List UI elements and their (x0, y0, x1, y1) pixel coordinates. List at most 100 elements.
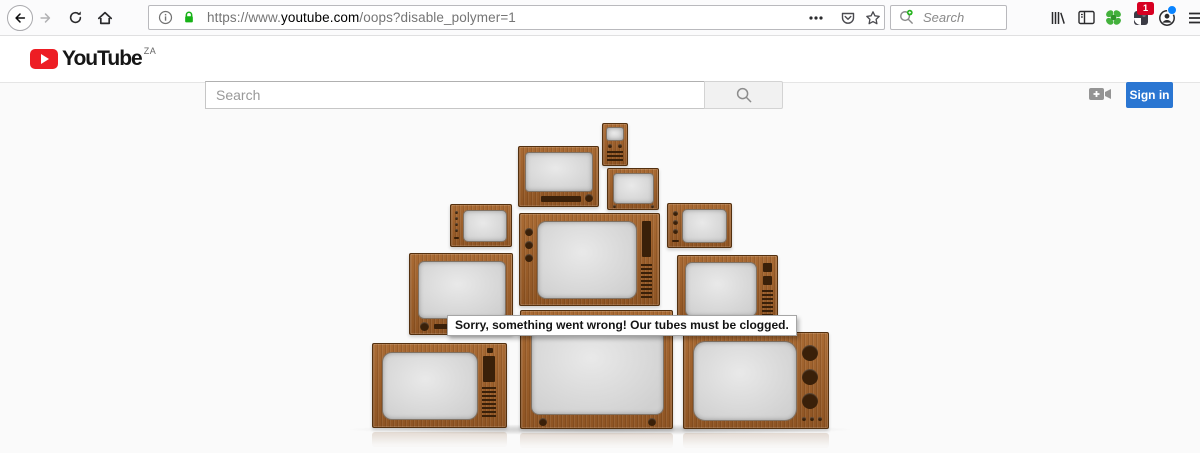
forward-button[interactable] (32, 4, 59, 31)
tv-knob (525, 254, 533, 262)
toolbar-search-input[interactable] (921, 9, 1003, 26)
tv (602, 123, 628, 166)
tv-panel (763, 276, 772, 285)
tv-knob (802, 369, 818, 385)
youtube-play-icon (30, 49, 58, 69)
tv-knob (585, 194, 593, 202)
tv-reflection (683, 433, 829, 448)
url-domain: youtube.com (280, 10, 360, 25)
tv-screen (525, 152, 593, 192)
tv-reflection (520, 433, 673, 448)
tv-knob (673, 220, 678, 225)
tv (519, 213, 660, 306)
info-icon[interactable] (151, 6, 179, 29)
tv (450, 204, 512, 247)
tv-knob (651, 205, 654, 208)
tv-knob (525, 241, 533, 249)
youtube-wordmark: YouTube (62, 47, 143, 70)
tv-knob (539, 418, 547, 426)
url-scheme: https://www. (207, 10, 281, 25)
avast-icon (1106, 10, 1121, 25)
url-path: /oops?disable_polymer=1 (359, 10, 516, 25)
tv-knob (455, 223, 458, 226)
menu-button[interactable] (1182, 4, 1200, 31)
account-notification-dot (1167, 5, 1177, 15)
tv-screen (537, 221, 637, 299)
tv-panel (763, 263, 772, 272)
sidebar-button[interactable] (1073, 4, 1100, 31)
tv-knob (673, 229, 678, 234)
extension-badge: 1 (1137, 2, 1154, 15)
tv-panel (642, 221, 651, 257)
youtube-search-button[interactable] (704, 81, 783, 109)
lock-icon[interactable] (177, 10, 201, 25)
tv-knob (420, 322, 429, 331)
youtube-logo[interactable]: YouTube ZA (30, 45, 157, 73)
reload-icon (69, 11, 82, 24)
forward-icon (40, 12, 51, 23)
upload-camera-icon[interactable] (1089, 86, 1112, 102)
tv (683, 332, 829, 429)
tv (607, 168, 659, 210)
tv-screen (463, 210, 507, 242)
search-icon (891, 9, 921, 26)
home-icon (97, 11, 112, 24)
tv-panel (541, 196, 581, 202)
toolbar-search[interactable] (890, 5, 1007, 30)
tv-speaker-grille (482, 387, 496, 419)
sign-in-button[interactable]: Sign in (1126, 82, 1173, 108)
bookmark-star-button[interactable] (861, 6, 885, 29)
page-actions-button[interactable] (804, 6, 828, 29)
tv (518, 146, 599, 207)
tv-knob (455, 229, 458, 232)
tv-screen (418, 261, 506, 319)
avast-extension-button[interactable] (1100, 4, 1127, 31)
url-bar[interactable]: https://www.youtube.com/oops?disable_pol… (148, 5, 885, 30)
tv-knob (618, 144, 622, 148)
tv-panel (483, 356, 495, 382)
tv-screen (606, 127, 624, 141)
sidebar-icon (1078, 10, 1095, 25)
library-icon (1051, 11, 1065, 24)
browser-toolbar: https://www.youtube.com/oops?disable_pol… (0, 0, 1200, 36)
youtube-header: YouTube ZA Sign in (0, 36, 1200, 109)
menu-icon (1188, 12, 1200, 23)
tv-knob (525, 228, 533, 236)
search-icon (736, 87, 751, 103)
error-message: Sorry, something went wrong! Our tubes m… (447, 315, 797, 336)
tv-panel (454, 237, 459, 239)
tv-knob (648, 418, 656, 426)
reload-button[interactable] (62, 4, 89, 31)
tv-panel (672, 240, 679, 242)
bookmark-star-icon (866, 10, 880, 24)
tv-screen (382, 352, 478, 420)
back-button[interactable] (6, 4, 33, 31)
library-button[interactable] (1044, 4, 1071, 31)
tv-speaker-grille (762, 290, 773, 316)
tv-knob (802, 393, 818, 409)
tv-speaker-grille (607, 151, 623, 163)
tv-panel (487, 348, 493, 353)
tv-speaker-grille (641, 264, 652, 300)
tv (667, 203, 732, 248)
tv-screen (685, 262, 757, 317)
tv (677, 255, 778, 322)
pocket-button[interactable] (836, 6, 860, 29)
tv (372, 343, 507, 428)
tv-knob (810, 417, 814, 421)
tv-knob (455, 217, 458, 220)
error-page-content: Sorry, something went wrong! Our tubes m… (0, 83, 1200, 453)
youtube-region-label: ZA (143, 46, 157, 56)
page-actions-icon (809, 15, 823, 20)
home-button[interactable] (91, 4, 118, 31)
youtube-search-input[interactable] (205, 81, 704, 109)
tv-knob (613, 205, 616, 208)
pocket-icon (841, 12, 855, 24)
tv-knob (818, 417, 822, 421)
tv-screen (682, 209, 727, 243)
back-icon (6, 4, 33, 31)
tv-reflection (372, 432, 507, 447)
tv-knob (802, 345, 818, 361)
tv-knob (802, 417, 806, 421)
tv-knob (673, 211, 678, 216)
